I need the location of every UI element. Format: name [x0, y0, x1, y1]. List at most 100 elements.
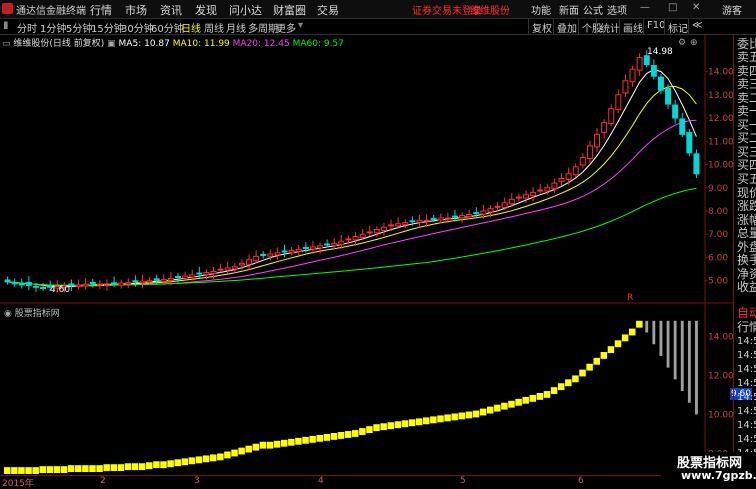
- candle-body: [430, 217, 437, 220]
- chart-area[interactable]: 14.00 13.00 12.00 11.00 10.00 9.00 8.00 7.00 6.0…: [0, 35, 734, 481]
- indicator-bar: [330, 433, 338, 440]
- toolbar-toggle-icon[interactable]: ▮: [3, 20, 9, 31]
- menu-item-function[interactable]: 功能: [531, 2, 551, 17]
- candle-body: [253, 255, 260, 262]
- toolbar-button[interactable]: 画线: [619, 19, 646, 35]
- candle-body: [388, 224, 395, 227]
- indicator-bar: [167, 460, 174, 468]
- kline-chart[interactable]: 14.00 13.00 12.00 11.00 10.00 9.00 8.00 7.00 6.0…: [0, 35, 734, 481]
- menu-item-newface[interactable]: 新面: [559, 2, 579, 17]
- candle-body: [153, 278, 160, 281]
- indicator-bar: [536, 393, 544, 400]
- price-axis-label: 6.00: [708, 253, 728, 263]
- candle-body: [515, 196, 522, 199]
- collapse-button[interactable]: ≪: [688, 19, 705, 34]
- price-axis-label: 7.00: [708, 230, 728, 240]
- indicator-bar: [25, 467, 32, 474]
- menu-item-trade[interactable]: 交易: [317, 2, 339, 18]
- menu-item-formula[interactable]: 公式: [583, 2, 603, 17]
- account-name[interactable]: 维维股份: [470, 2, 510, 17]
- indicator-bar: [202, 455, 210, 463]
- candle-body: [665, 87, 672, 105]
- toolbar-button[interactable]: 复权: [528, 19, 555, 35]
- candle-body: [260, 253, 267, 256]
- toolbar-button[interactable]: 标记: [664, 19, 691, 35]
- price-axis-label: 8.00: [708, 207, 728, 217]
- toolbar-button[interactable]: 叠加: [553, 19, 580, 35]
- indicator-bar: [465, 411, 473, 419]
- indicator-bar: [295, 437, 302, 445]
- collapse-icon[interactable]: ▭: [2, 39, 11, 49]
- legend-toggle-icon[interactable]: ▣: [107, 39, 116, 49]
- maximize-icon[interactable]: □: [668, 2, 677, 13]
- tick-time: 14:50: [737, 434, 756, 445]
- indicator-bar: [96, 465, 103, 473]
- stock-label: 维维股份(日线 前复权): [13, 39, 105, 49]
- period-tab[interactable]: 30分钟: [121, 20, 154, 35]
- period-tab[interactable]: 5分钟: [66, 20, 92, 35]
- indicator-bar: [160, 461, 167, 469]
- period-tab[interactable]: 周线: [204, 20, 224, 35]
- indicator-bar: [231, 449, 238, 457]
- candle-body: [622, 80, 629, 94]
- indicator-bar: [600, 352, 608, 359]
- period-tab-active[interactable]: 日线: [181, 20, 201, 35]
- menu-item-markets[interactable]: 市场: [125, 2, 147, 18]
- minimize-icon[interactable]: —: [640, 2, 650, 13]
- menu-item-ask[interactable]: 问小达: [229, 2, 262, 18]
- indicator-bar: [373, 424, 380, 432]
- x-axis-label: 3: [194, 476, 200, 486]
- indicator-fade-bar: [645, 320, 649, 333]
- indicator-bar: [423, 417, 430, 425]
- candle-body: [338, 240, 345, 245]
- guest-label[interactable]: 游客: [722, 2, 742, 17]
- watermark-url: www.7gpzb.com: [681, 469, 756, 482]
- menu-item-market[interactable]: 行情: [90, 2, 112, 18]
- auto-quote-tab[interactable]: 自动: [737, 307, 756, 320]
- candle-body: [380, 226, 387, 232]
- candle-body: [224, 267, 231, 271]
- indicator-bar: [508, 400, 515, 408]
- indicator-bar: [280, 439, 288, 447]
- candle-body: [11, 282, 18, 285]
- menu-item-options[interactable]: 选项: [607, 2, 627, 17]
- close-icon[interactable]: ✕: [692, 2, 700, 13]
- quote-tab[interactable]: 行情: [737, 321, 756, 334]
- panel-label: 总量: [737, 226, 756, 240]
- candle-body: [118, 282, 125, 286]
- indicator-bar: [46, 466, 54, 473]
- period-tab[interactable]: 月线: [226, 20, 246, 35]
- indicator-bar: [245, 445, 252, 453]
- indicator-bar: [82, 465, 89, 473]
- panel-label: 换手: [737, 253, 756, 267]
- settings-icon[interactable]: ⚙: [678, 38, 686, 48]
- period-tab[interactable]: 1分钟: [40, 20, 66, 35]
- indicator-bar: [209, 454, 217, 462]
- indicator-bar: [39, 466, 47, 473]
- menu-item-news[interactable]: 资讯: [160, 2, 182, 18]
- indicator-bar: [557, 383, 565, 391]
- period-tab[interactable]: 分时: [17, 20, 37, 35]
- indicator-fade-bar: [673, 320, 677, 380]
- ma60-value: MA60: 9.57: [292, 39, 344, 49]
- indicator-bar: [628, 328, 636, 336]
- zoom-icon[interactable]: ⊕: [690, 38, 698, 48]
- menu-item-wealth[interactable]: 财富圈: [273, 2, 306, 18]
- indicator-bar: [60, 466, 68, 473]
- period-tab[interactable]: 多周期: [248, 20, 278, 35]
- candle-body: [423, 219, 430, 222]
- ma-legend: ▭ 维维股份(日线 前复权) ▣ MA5: 10.87 MA10: 11.99 …: [2, 36, 344, 49]
- menu-item-discover[interactable]: 发现: [195, 2, 217, 18]
- panel-label: 卖三: [737, 77, 756, 91]
- candle-body: [132, 280, 139, 283]
- indicator-toggle-icon[interactable]: ◉: [4, 309, 12, 319]
- period-tab[interactable]: 60分钟: [151, 20, 184, 35]
- ma10-value: MA10: 11.99: [172, 39, 230, 49]
- candle-body: [636, 57, 643, 71]
- more-chevron-icon[interactable]: ▾: [298, 20, 303, 31]
- indicator-bar: [586, 363, 593, 371]
- indicator-bar: [486, 406, 494, 414]
- indicator-bar: [302, 436, 309, 444]
- period-tab[interactable]: 15分钟: [91, 20, 124, 35]
- period-tab-more[interactable]: 更多: [276, 20, 296, 35]
